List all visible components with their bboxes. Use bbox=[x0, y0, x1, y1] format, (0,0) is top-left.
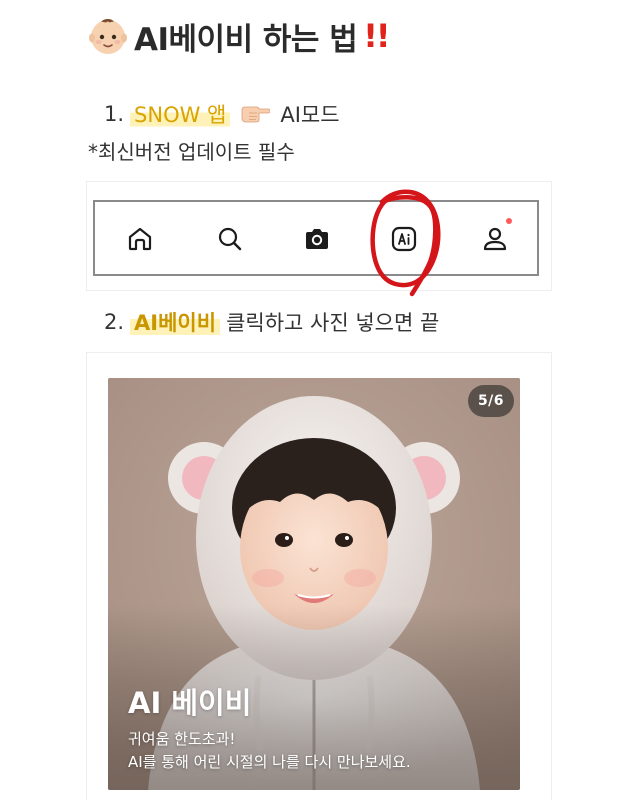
step-2: 2. AI베이비 클릭하고 사진 넣으면 끝 bbox=[104, 307, 439, 337]
step-1-number: 1. bbox=[104, 102, 125, 126]
update-note: *최신버전 업데이트 필수 bbox=[88, 139, 295, 164]
page-title: AI베이비 하는 법 !! bbox=[88, 12, 390, 60]
card-tagline: 귀여움 한도초과! bbox=[128, 730, 236, 748]
ai-baby-card[interactable]: 5/6 AI 베이비 귀여움 한도초과! AI를 통해 어린 시절의 나를 다시… bbox=[108, 378, 520, 790]
search-icon[interactable] bbox=[215, 224, 245, 254]
step-2-target-highlight: AI베이비 bbox=[130, 307, 221, 337]
profile-icon[interactable] bbox=[480, 224, 510, 254]
bottom-nav-bar bbox=[93, 200, 539, 276]
home-icon[interactable] bbox=[125, 224, 155, 254]
pointing-right-hand-icon bbox=[241, 106, 271, 123]
step-2-rest: 클릭하고 사진 넣으면 끝 bbox=[226, 311, 440, 335]
card-title: AI 베이비 bbox=[128, 686, 252, 720]
title-text: AI베이비 하는 법 bbox=[134, 21, 358, 58]
step-2-number: 2. bbox=[104, 310, 125, 334]
double-exclamation-icon: !! bbox=[363, 17, 390, 55]
notification-dot bbox=[506, 218, 512, 224]
step-1: 1. SNOW 앱 AI모드 bbox=[104, 99, 340, 129]
step-1-mode: AI모드 bbox=[280, 103, 340, 127]
camera-icon[interactable] bbox=[302, 224, 332, 254]
step-1-app-highlight: SNOW 앱 bbox=[130, 99, 231, 129]
card-description: AI를 통해 어린 시절의 나를 다시 만나보세요. bbox=[128, 753, 411, 771]
baby-face-emoji-icon bbox=[89, 19, 127, 54]
page-indicator-badge: 5/6 bbox=[468, 385, 514, 417]
ai-mode-icon[interactable] bbox=[389, 224, 419, 254]
